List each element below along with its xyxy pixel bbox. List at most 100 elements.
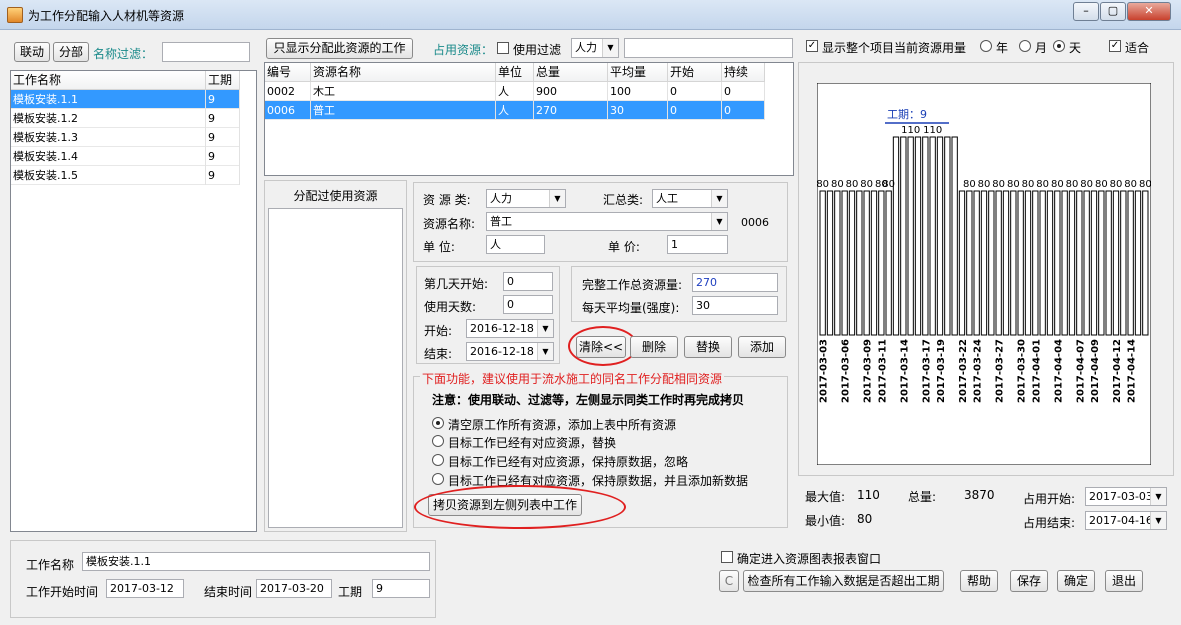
x-tick-label: 2017-03-27	[995, 339, 1006, 403]
form-type-value: 人力	[490, 192, 512, 205]
start-day-input[interactable]: 0	[503, 272, 553, 291]
col-start[interactable]: 开始	[668, 63, 722, 81]
list-item[interactable]: 模板安装.1.5 9	[11, 166, 240, 185]
year-radio[interactable]	[980, 40, 992, 52]
bar	[819, 190, 826, 336]
maximize-button[interactable]: ▢	[1100, 2, 1126, 21]
check-duration-button[interactable]: 检查所有工作输入数据是否超出工期	[743, 570, 944, 592]
work-start-input[interactable]: 2017-03-12	[106, 579, 184, 598]
col-duration[interactable]: 持续	[722, 63, 765, 81]
bar	[1105, 190, 1112, 336]
duration-label: 工期：9	[887, 108, 927, 121]
duration-cell: 9	[206, 128, 240, 147]
table-row[interactable]: 0002 木工 人 900 100 0 0	[265, 82, 765, 101]
close-button[interactable]: ✕	[1127, 2, 1171, 21]
resource-type-select[interactable]: 人力 ▼	[571, 38, 619, 58]
used-resources-panel: 分配过使用资源	[264, 180, 407, 532]
bar	[1120, 190, 1127, 336]
fit-checkbox[interactable]: ✓	[1109, 40, 1121, 52]
copy-option-label: 清空原工作所有资源，添加上表中所有资源	[448, 418, 677, 432]
bar	[826, 190, 834, 336]
resource-type-label: 资 源 类:	[423, 193, 471, 207]
report-window-checkbox[interactable]	[721, 551, 733, 563]
form-type-select[interactable]: 人力 ▼	[486, 189, 566, 208]
work-name-input[interactable]: 模板安装.1.1	[82, 552, 430, 571]
daily-average-input[interactable]: 30	[692, 296, 778, 315]
occupy-end-picker[interactable]: 2017-04-16 ▼	[1085, 511, 1167, 530]
col-work-name[interactable]: 工作名称	[11, 71, 206, 89]
copy-option-radio[interactable]	[432, 473, 444, 485]
chevron-down-icon: ▼	[537, 320, 553, 337]
price-input[interactable]: 1	[667, 235, 728, 254]
x-tick-label: 2017-04-14	[1127, 339, 1138, 403]
total-quantity-input[interactable]: 270	[692, 273, 778, 292]
copy-option-radio[interactable]	[432, 417, 444, 429]
bar	[966, 190, 973, 336]
col-duration[interactable]: 工期	[206, 71, 240, 89]
list-item[interactable]: 模板安装.1.1 9	[11, 90, 240, 109]
work-duration-input[interactable]: 9	[372, 579, 430, 598]
bar-value-label: 80	[978, 179, 991, 190]
ok-button[interactable]: 确定	[1057, 570, 1095, 592]
duration-cell: 9	[206, 147, 240, 166]
resource-table: 编号 资源名称 单位 总量 平均量 开始 持续 0002 木工 人 900 10…	[264, 62, 794, 176]
only-assigned-button[interactable]: 只显示分配此资源的工作	[266, 38, 413, 59]
copy-option-radio[interactable]	[432, 454, 444, 466]
window-title: 为工作分配输入人材机等资源	[28, 9, 185, 23]
resource-name-value: 普工	[490, 215, 512, 228]
table-cell: 0	[668, 101, 722, 120]
copy-note: 注意：使用联动、过滤等，左侧显示同类工作时再完成拷贝	[432, 393, 745, 407]
max-label: 最大值:	[805, 490, 846, 504]
occupy-start-picker[interactable]: 2017-03-03 ▼	[1085, 487, 1167, 506]
table-row[interactable]: 0006 普工 人 270 30 0 0	[265, 101, 765, 120]
work-name-cell: 模板安装.1.5	[11, 166, 206, 185]
bar-value-label: 80	[1095, 179, 1108, 190]
used-resources-list[interactable]	[268, 208, 403, 528]
col-total[interactable]: 总量	[534, 63, 608, 81]
col-resource-name[interactable]: 资源名称	[311, 63, 496, 81]
list-item[interactable]: 模板安装.1.3 9	[11, 128, 240, 147]
bar	[988, 190, 995, 336]
col-average[interactable]: 平均量	[608, 63, 668, 81]
bar	[870, 190, 878, 336]
list-item[interactable]: 模板安装.1.4 9	[11, 147, 240, 166]
x-tick-label: 2017-03-24	[973, 339, 984, 403]
day-radio[interactable]	[1053, 40, 1065, 52]
name-filter-input[interactable]	[162, 42, 250, 62]
start-date-picker[interactable]: 2016-12-18 ▼	[466, 319, 554, 338]
save-button[interactable]: 保存	[1010, 570, 1048, 592]
c-button[interactable]: C	[719, 570, 739, 592]
work-end-input[interactable]: 2017-03-20	[256, 579, 332, 598]
name-filter-label: 名称过滤：	[93, 47, 154, 61]
resource-name-select[interactable]: 普工 ▼	[486, 212, 728, 231]
col-unit[interactable]: 单位	[496, 63, 534, 81]
show-all-checkbox[interactable]: ✓	[806, 40, 818, 52]
bar	[1039, 190, 1046, 336]
summary-type-select[interactable]: 人工 ▼	[652, 189, 728, 208]
work-end-label: 结束时间	[204, 585, 253, 599]
bar	[1061, 190, 1068, 336]
x-tick-label: 2017-03-22	[958, 339, 969, 403]
end-date-picker[interactable]: 2016-12-18 ▼	[466, 342, 554, 361]
use-days-input[interactable]: 0	[503, 295, 553, 314]
col-code[interactable]: 编号	[265, 63, 311, 81]
top-filter-input[interactable]	[624, 38, 793, 58]
copy-option-radio[interactable]	[432, 435, 444, 447]
end-date-value: 2016-12-18	[470, 345, 534, 358]
link-button[interactable]: 联动	[14, 42, 50, 62]
unit-input[interactable]: 人	[486, 235, 545, 254]
show-all-label: 显示整个项目当前资源用量	[822, 41, 967, 55]
help-button[interactable]: 帮助	[960, 570, 998, 592]
month-radio[interactable]	[1019, 40, 1031, 52]
split-button[interactable]: 分部	[53, 42, 89, 62]
occupy-start-label: 占用开始:	[1023, 492, 1076, 506]
minimize-button[interactable]: –	[1073, 2, 1099, 21]
list-item[interactable]: 模板安装.1.2 9	[11, 109, 240, 128]
bar	[863, 190, 870, 336]
delete-button[interactable]: 删除	[630, 336, 678, 358]
bar	[1090, 190, 1098, 336]
add-button[interactable]: 添加	[738, 336, 786, 358]
exit-button[interactable]: 退出	[1105, 570, 1143, 592]
use-filter-checkbox[interactable]	[497, 42, 509, 54]
replace-button[interactable]: 替换	[684, 336, 732, 358]
